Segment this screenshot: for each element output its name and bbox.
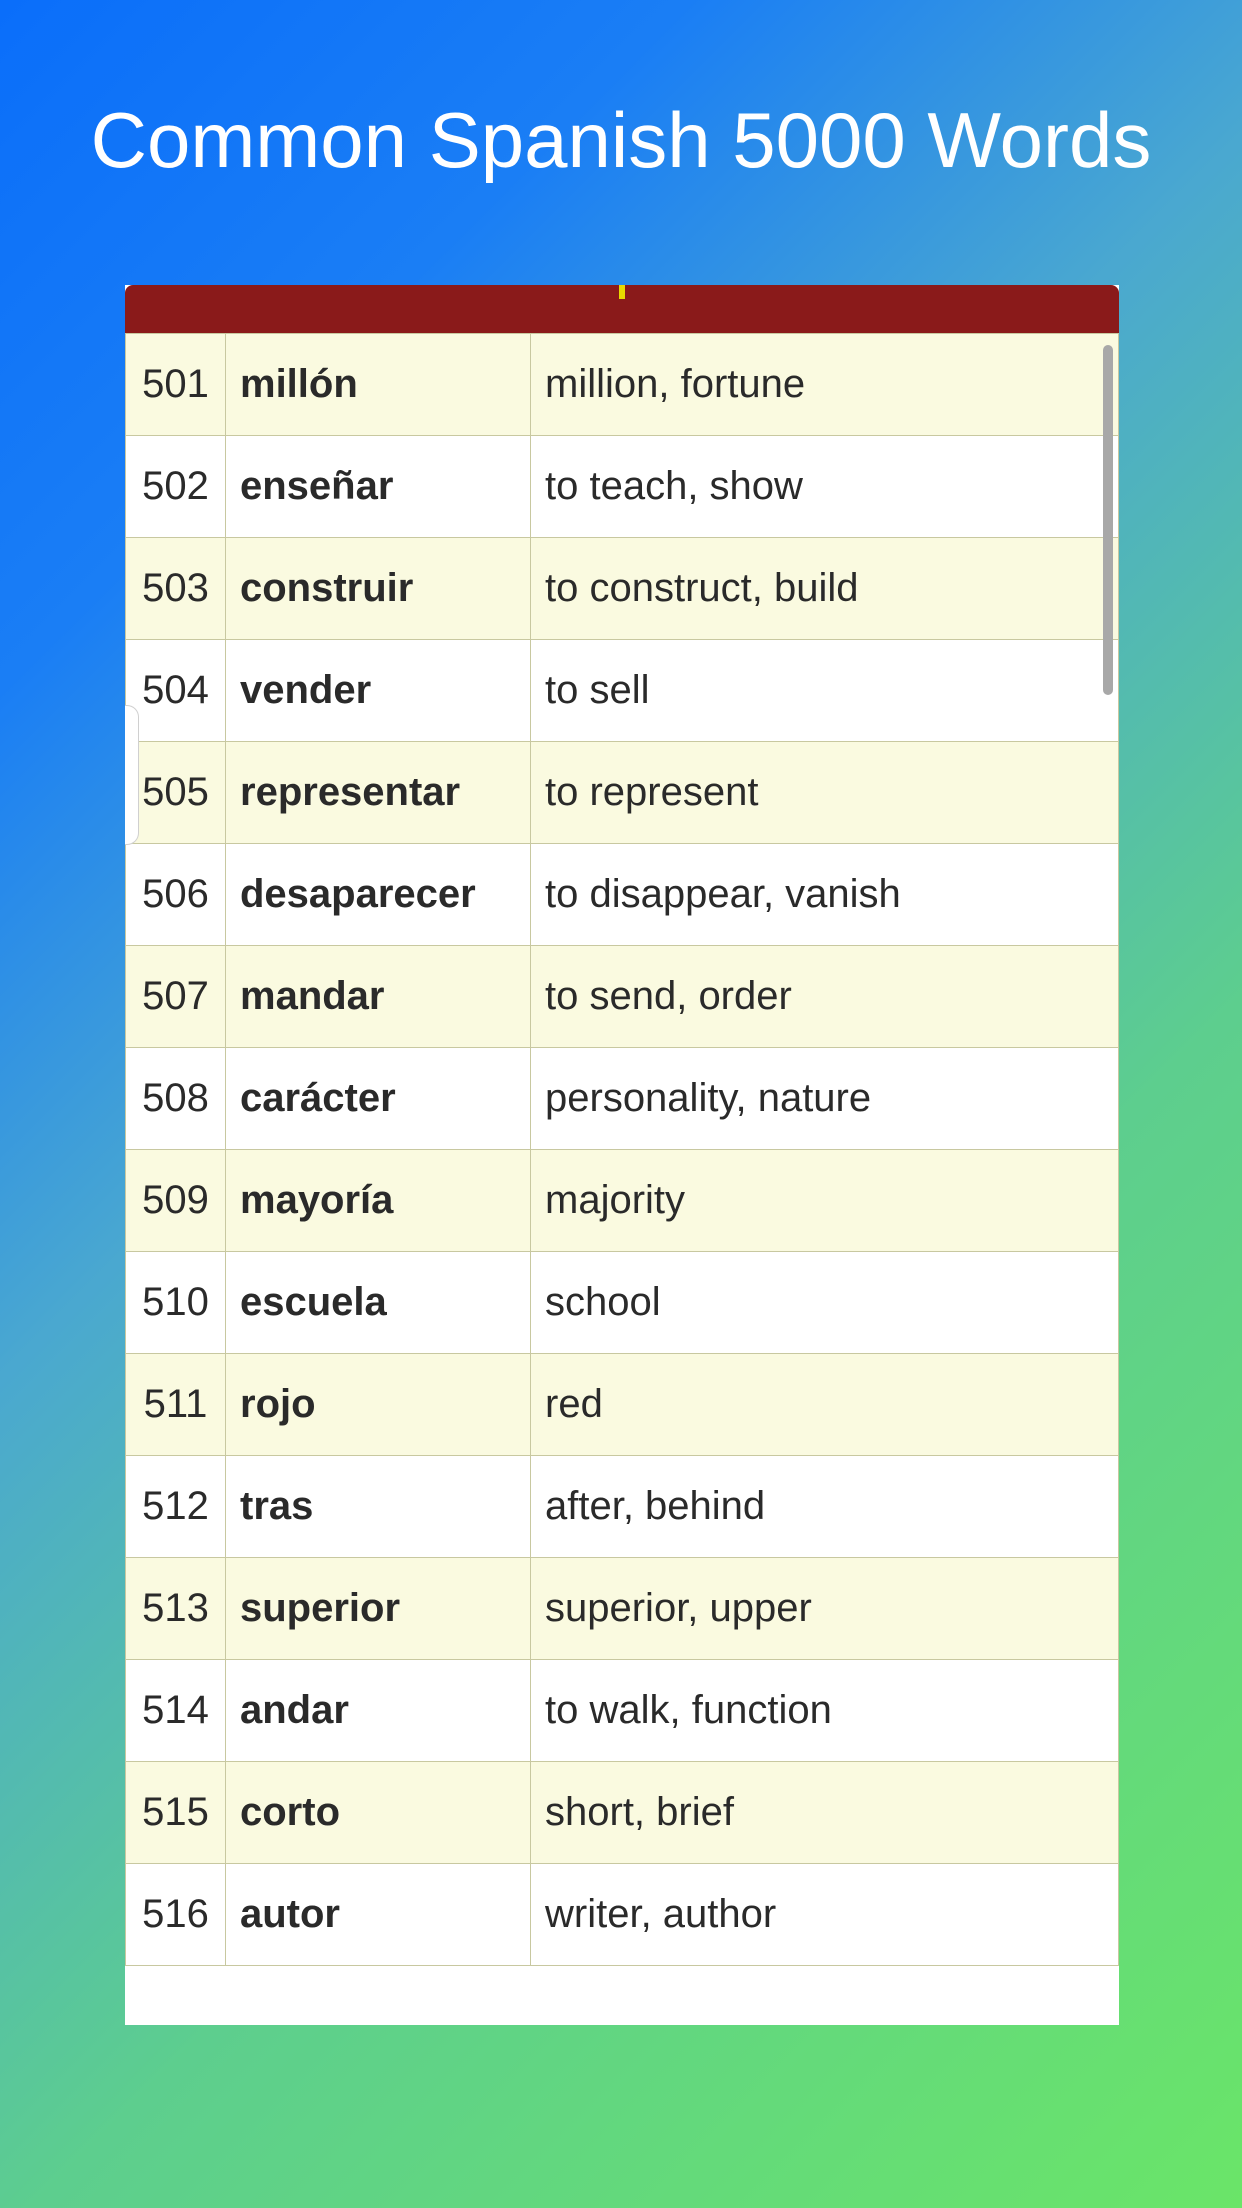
english-meaning: to represent — [531, 742, 1119, 844]
english-meaning: million, fortune — [531, 334, 1119, 436]
word-number: 504 — [126, 640, 226, 742]
table-row[interactable]: 508carácterpersonality, nature — [126, 1048, 1119, 1150]
header-marker — [619, 285, 625, 299]
english-meaning: personality, nature — [531, 1048, 1119, 1150]
word-number: 513 — [126, 1558, 226, 1660]
word-number: 512 — [126, 1456, 226, 1558]
word-number: 506 — [126, 844, 226, 946]
word-number: 516 — [126, 1864, 226, 1966]
table-row[interactable]: 513superiorsuperior, upper — [126, 1558, 1119, 1660]
table-row[interactable]: 506desaparecerto disappear, vanish — [126, 844, 1119, 946]
word-number: 507 — [126, 946, 226, 1048]
table-row[interactable]: 505representarto represent — [126, 742, 1119, 844]
table-row[interactable]: 501millónmillion, fortune — [126, 334, 1119, 436]
table-row[interactable]: 509mayoríamajority — [126, 1150, 1119, 1252]
spanish-word: vender — [226, 640, 531, 742]
vocab-table: 501millónmillion, fortune502enseñarto te… — [125, 333, 1119, 1966]
table-row[interactable]: 514andarto walk, function — [126, 1660, 1119, 1762]
word-number: 515 — [126, 1762, 226, 1864]
english-meaning: to teach, show — [531, 436, 1119, 538]
spanish-word: andar — [226, 1660, 531, 1762]
english-meaning: to sell — [531, 640, 1119, 742]
table-row[interactable]: 511rojored — [126, 1354, 1119, 1456]
table-row[interactable]: 504venderto sell — [126, 640, 1119, 742]
spanish-word: rojo — [226, 1354, 531, 1456]
table-row[interactable]: 507mandarto send, order — [126, 946, 1119, 1048]
table-row[interactable]: 502enseñarto teach, show — [126, 436, 1119, 538]
table-row[interactable]: 516autorwriter, author — [126, 1864, 1119, 1966]
word-number: 509 — [126, 1150, 226, 1252]
spanish-word: corto — [226, 1762, 531, 1864]
english-meaning: to walk, function — [531, 1660, 1119, 1762]
page-title: Common Spanish 5000 Words — [0, 0, 1242, 246]
spanish-word: superior — [226, 1558, 531, 1660]
table-row[interactable]: 515cortoshort, brief — [126, 1762, 1119, 1864]
english-meaning: writer, author — [531, 1864, 1119, 1966]
english-meaning: short, brief — [531, 1762, 1119, 1864]
spanish-word: construir — [226, 538, 531, 640]
spanish-word: tras — [226, 1456, 531, 1558]
spanish-word: autor — [226, 1864, 531, 1966]
english-meaning: to construct, build — [531, 538, 1119, 640]
english-meaning: red — [531, 1354, 1119, 1456]
app-header-bar — [125, 285, 1119, 333]
spanish-word: carácter — [226, 1048, 531, 1150]
table-row[interactable]: 503construirto construct, build — [126, 538, 1119, 640]
english-meaning: to send, order — [531, 946, 1119, 1048]
spanish-word: mandar — [226, 946, 531, 1048]
spanish-word: millón — [226, 334, 531, 436]
word-number: 514 — [126, 1660, 226, 1762]
english-meaning: majority — [531, 1150, 1119, 1252]
word-number: 508 — [126, 1048, 226, 1150]
word-number: 511 — [126, 1354, 226, 1456]
app-screenshot-frame: 501millónmillion, fortune502enseñarto te… — [125, 285, 1119, 2025]
word-number: 505 — [126, 742, 226, 844]
table-row[interactable]: 512trasafter, behind — [126, 1456, 1119, 1558]
english-meaning: after, behind — [531, 1456, 1119, 1558]
word-number: 510 — [126, 1252, 226, 1354]
spanish-word: escuela — [226, 1252, 531, 1354]
english-meaning: to disappear, vanish — [531, 844, 1119, 946]
spanish-word: enseñar — [226, 436, 531, 538]
spanish-word: desaparecer — [226, 844, 531, 946]
word-number: 501 — [126, 334, 226, 436]
table-row[interactable]: 510escuelaschool — [126, 1252, 1119, 1354]
side-drawer-handle[interactable] — [125, 705, 139, 845]
english-meaning: superior, upper — [531, 1558, 1119, 1660]
english-meaning: school — [531, 1252, 1119, 1354]
scrollbar-thumb[interactable] — [1103, 345, 1113, 695]
word-number: 502 — [126, 436, 226, 538]
word-number: 503 — [126, 538, 226, 640]
spanish-word: mayoría — [226, 1150, 531, 1252]
spanish-word: representar — [226, 742, 531, 844]
